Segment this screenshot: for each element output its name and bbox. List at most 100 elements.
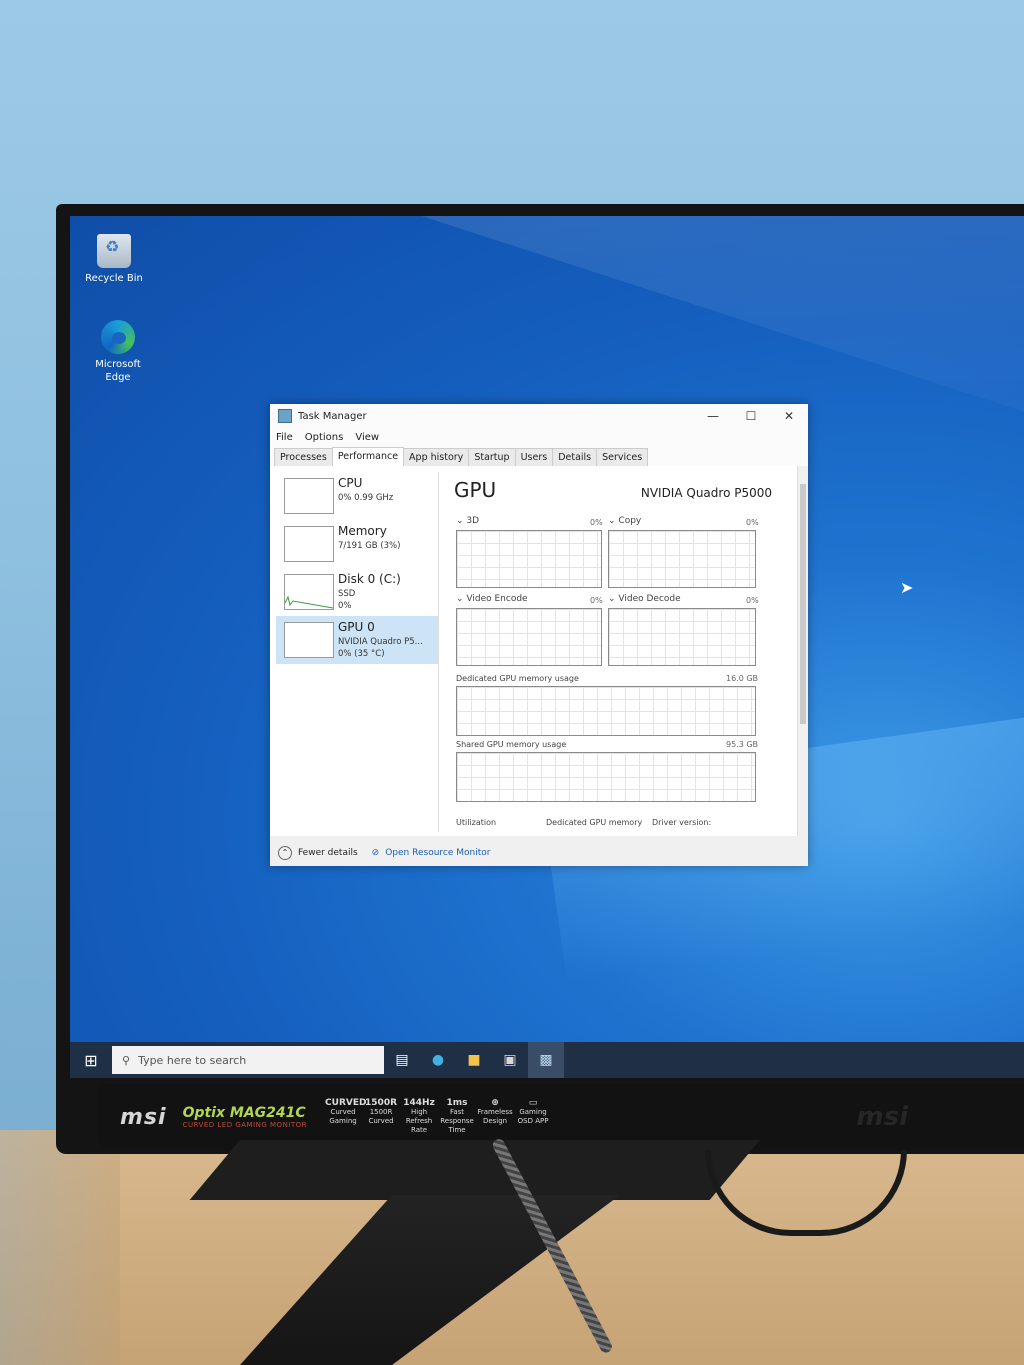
engine-selector-video-encode[interactable]: ⌄ Video Encode <box>456 594 528 604</box>
start-button[interactable]: ⊞ <box>70 1042 112 1078</box>
fewer-details-link[interactable]: Fewer details <box>298 848 358 858</box>
stat-driver-version-label: Driver version: <box>652 818 712 827</box>
scrollbar-thumb[interactable] <box>800 484 806 724</box>
resource-stats: 0% 0.99 GHz <box>338 492 393 504</box>
recycle-bin-label: Recycle Bin <box>85 273 143 284</box>
file-explorer-icon[interactable]: ■ <box>456 1042 492 1078</box>
taskbar: ⊞ ⚲ Type here to search ▤ ● ■ ▣ ▩ <box>70 1042 1024 1078</box>
resource-line1: 7/191 GB (3%) <box>338 541 401 551</box>
tab-users[interactable]: Users <box>514 448 554 466</box>
search-placeholder: Type here to search <box>138 1053 247 1067</box>
microsoft-edge-shortcut[interactable]: Microsoft Edge <box>78 320 158 384</box>
resource-line1: NVIDIA Quadro P5... <box>338 637 423 647</box>
tab-services[interactable]: Services <box>596 448 649 466</box>
tab-processes[interactable]: Processes <box>274 448 333 466</box>
task-manager-taskbar-icon[interactable]: ▩ <box>528 1042 564 1078</box>
edge-label: Microsoft Edge <box>95 359 141 383</box>
graph-dedicated-memory <box>456 686 756 736</box>
search-icon: ⚲ <box>122 1053 131 1067</box>
graph-copy <box>608 530 756 588</box>
minimize-button[interactable]: — <box>694 409 732 423</box>
engine-selector-copy[interactable]: ⌄ Copy <box>608 516 641 526</box>
resource-item-cpu[interactable]: CPU 0% 0.99 GHz <box>276 472 438 520</box>
chevron-up-icon[interactable]: ⌃ <box>278 846 292 860</box>
gpu-model-name: NVIDIA Quadro P5000 <box>640 486 772 500</box>
msi-embossed-logo: msi <box>856 1102 908 1132</box>
dedicated-memory-label: Dedicated GPU memory usage <box>456 674 579 683</box>
gpu-thumbnail-graph <box>284 622 334 658</box>
resource-line1: SSD <box>338 589 356 599</box>
resource-stats: SSD 0% <box>338 588 355 612</box>
shared-memory-max: 95.3 GB <box>726 740 759 749</box>
cpu-thumbnail-graph <box>284 478 334 514</box>
desktop-screen: Recycle Bin Microsoft Edge Task Manager … <box>70 216 1024 1078</box>
performance-panel: CPU 0% 0.99 GHz Memory 7/191 GB (3%) Dis… <box>270 466 808 836</box>
engine-selector-video-decode[interactable]: ⌄ Video Decode <box>608 594 681 604</box>
recycle-bin-shortcut[interactable]: Recycle Bin <box>74 234 154 285</box>
detail-title: GPU <box>454 478 497 502</box>
monitor-model: Optix MAG241C CURVED LED GAMING MONITOR <box>183 1105 307 1129</box>
badge-144hz: 144Hz High Refresh Rate <box>401 1099 437 1135</box>
resource-stats: 7/191 GB (3%) <box>338 540 400 552</box>
graph-video-decode <box>608 608 756 666</box>
graph-video-encode <box>456 608 602 666</box>
engine-selector-3d[interactable]: ⌄ 3D <box>456 516 479 526</box>
title-bar[interactable]: Task Manager — ☐ ✕ <box>270 404 808 428</box>
shared-memory-label: Shared GPU memory usage <box>456 740 567 749</box>
engine-label: Video Encode <box>466 594 528 604</box>
resource-name: Memory <box>338 524 387 538</box>
maximize-button[interactable]: ☐ <box>732 409 770 423</box>
resource-item-disk[interactable]: Disk 0 (C:) SSD 0% <box>276 568 438 616</box>
badge-top: CURVED <box>325 1098 367 1108</box>
menu-options[interactable]: Options <box>305 432 344 443</box>
msi-logo: msi <box>120 1104 167 1130</box>
badge-top: 1500R <box>365 1098 398 1108</box>
badge-bottom: Curved Gaming <box>329 1108 357 1125</box>
model-subtitle: CURVED LED GAMING MONITOR <box>182 1121 308 1129</box>
resource-item-gpu[interactable]: GPU 0 NVIDIA Quadro P5... 0% (35 °C) <box>276 616 438 664</box>
close-button[interactable]: ✕ <box>770 409 808 423</box>
gpu-detail: GPU NVIDIA Quadro P5000 ⌄ 3D 0% ⌄ Copy 0… <box>450 472 780 832</box>
task-view-icon[interactable]: ▤ <box>384 1042 420 1078</box>
resource-name: Disk 0 (C:) <box>338 572 401 586</box>
badge-1500r: 1500R 1500R Curved <box>363 1099 399 1135</box>
taskbar-search-box[interactable]: ⚲ Type here to search <box>112 1046 384 1074</box>
tab-details[interactable]: Details <box>552 448 598 466</box>
store-icon[interactable]: ▣ <box>492 1042 528 1078</box>
resource-name: CPU <box>338 476 363 490</box>
tab-startup[interactable]: Startup <box>468 448 516 466</box>
tab-app-history[interactable]: App history <box>403 448 470 466</box>
badge-1ms: 1ms Fast Response Time <box>439 1099 475 1135</box>
resource-line1: 0% 0.99 GHz <box>338 493 394 503</box>
resource-list: CPU 0% 0.99 GHz Memory 7/191 GB (3%) Dis… <box>276 472 439 832</box>
graph-shared-memory <box>456 752 756 802</box>
disk-activity-sparkline <box>284 595 334 609</box>
engine-percent: 0% <box>590 596 603 605</box>
resource-line2: 0% (35 °C) <box>338 649 385 659</box>
menu-view[interactable]: View <box>355 432 379 443</box>
footer: ⌃ Fewer details ⊘ Open Resource Monitor <box>278 846 490 860</box>
edge-taskbar-icon[interactable]: ● <box>420 1042 456 1078</box>
badge-frameless: ⊕ Frameless Design <box>477 1099 513 1135</box>
badge-bottom: Frameless Design <box>477 1108 513 1125</box>
resource-line2: 0% <box>338 601 352 611</box>
graph-3d <box>456 530 602 588</box>
resource-stats: NVIDIA Quadro P5... 0% (35 °C) <box>338 636 423 660</box>
resource-name: GPU 0 <box>338 620 375 634</box>
task-manager-icon <box>278 409 292 423</box>
engine-percent: 0% <box>746 518 759 527</box>
disk-thumbnail-graph <box>284 574 334 610</box>
window-title: Task Manager <box>298 410 367 422</box>
engine-percent: 0% <box>590 518 603 527</box>
dedicated-memory-max: 16.0 GB <box>726 674 759 683</box>
engine-percent: 0% <box>746 596 759 605</box>
task-manager-window: Task Manager — ☐ ✕ File Options View Pro… <box>270 404 808 866</box>
open-resource-monitor-link[interactable]: Open Resource Monitor <box>385 848 490 858</box>
scrollbar[interactable] <box>797 466 808 836</box>
tab-performance[interactable]: Performance <box>331 447 405 466</box>
resource-item-memory[interactable]: Memory 7/191 GB (3%) <box>276 520 438 568</box>
recycle-bin-icon <box>97 234 131 268</box>
menu-file[interactable]: File <box>276 432 293 443</box>
engine-label: Copy <box>618 516 642 526</box>
monitor-stand-neck <box>189 1140 760 1200</box>
